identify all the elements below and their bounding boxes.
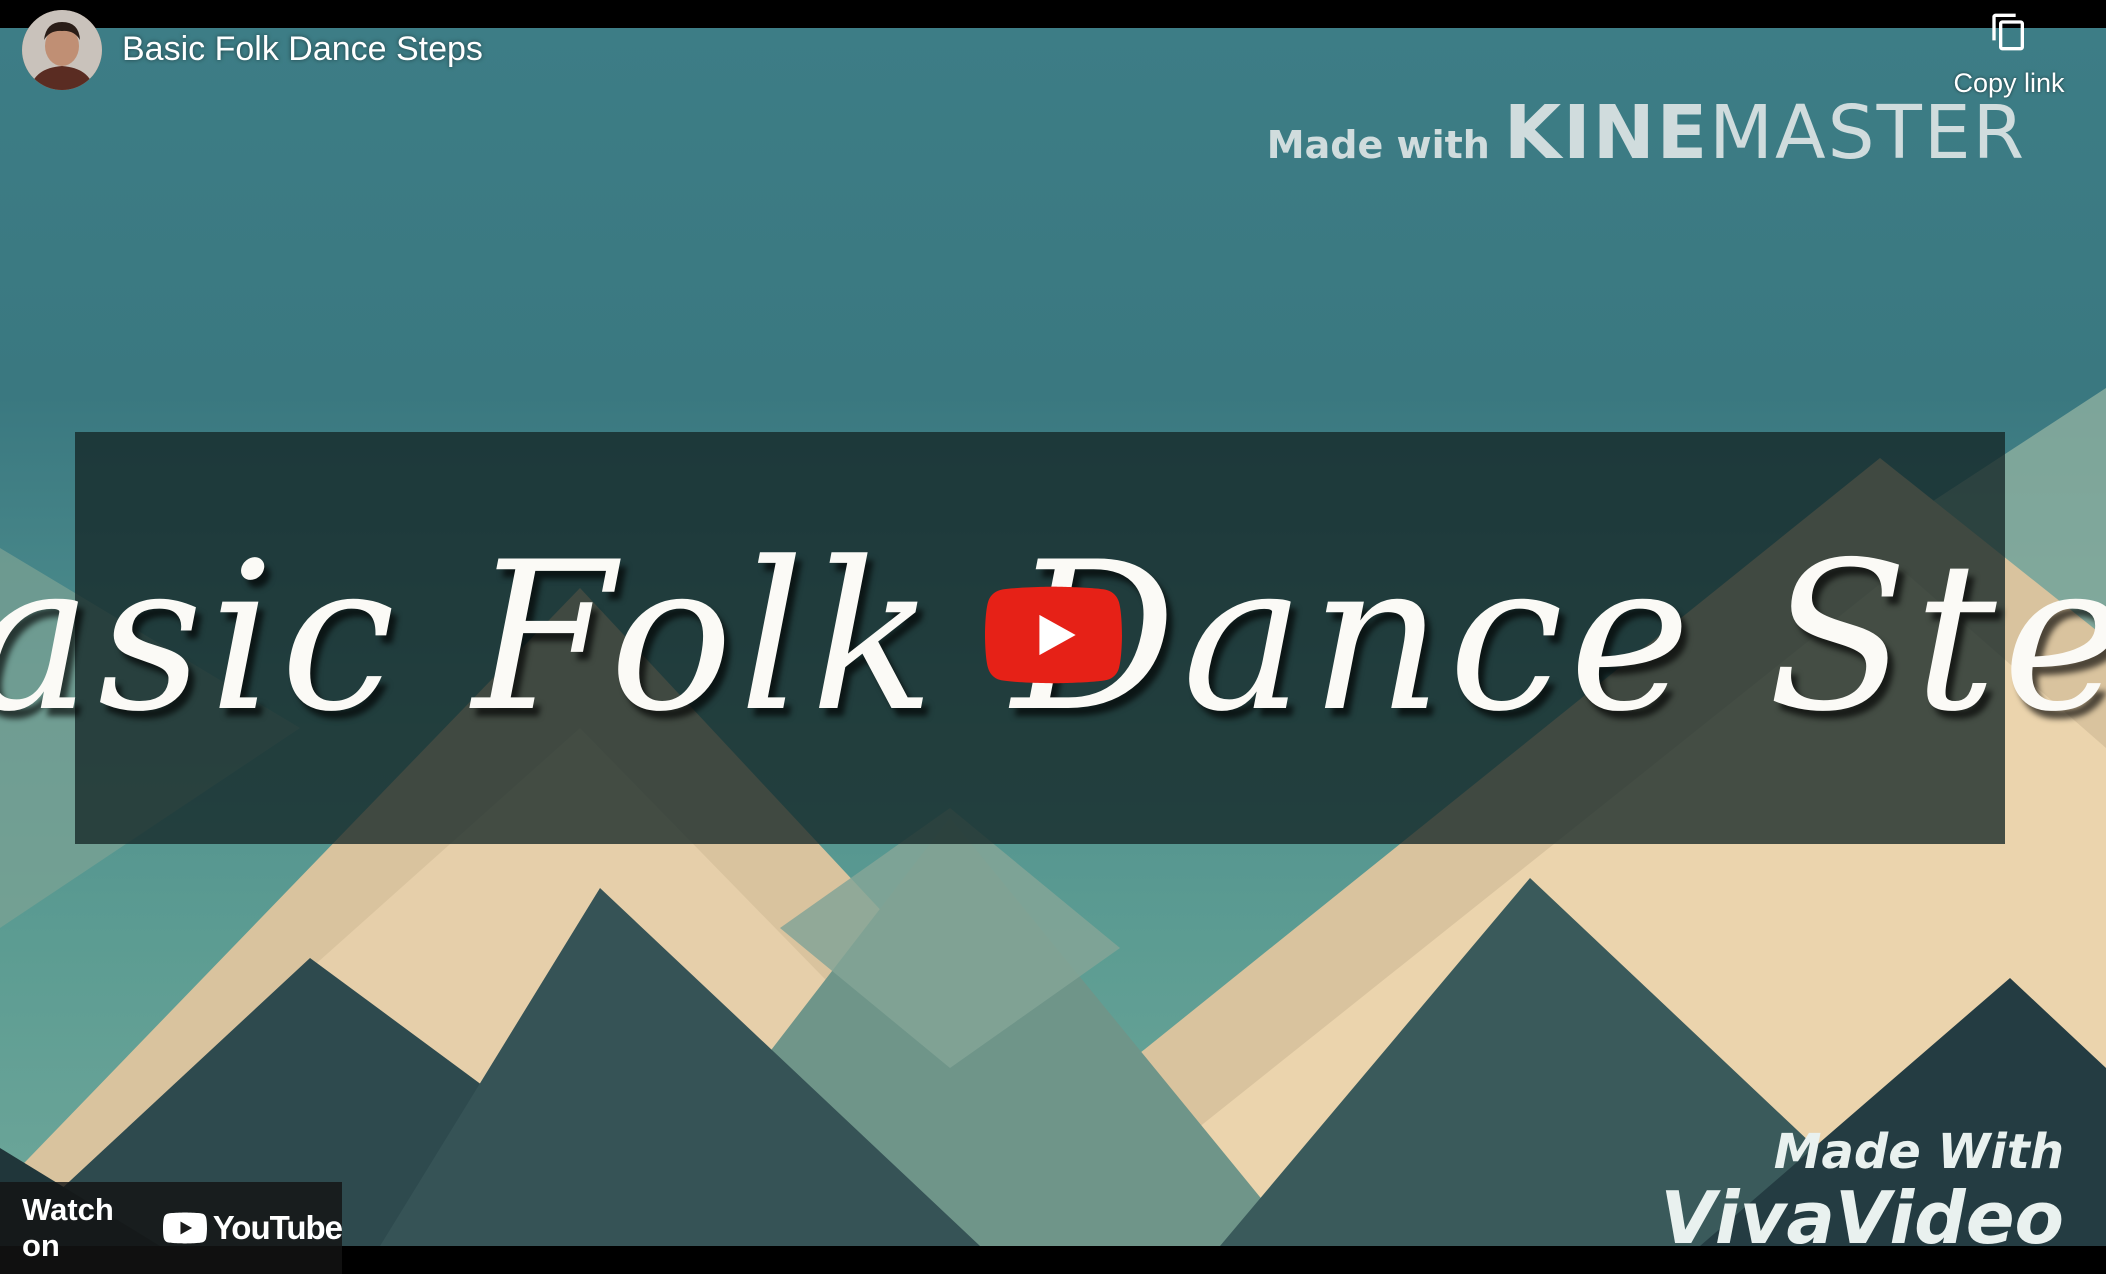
- copy-icon: [1992, 13, 2024, 51]
- channel-avatar[interactable]: [22, 10, 102, 90]
- youtube-icon: [162, 1212, 207, 1244]
- youtube-wordmark: YouTube: [212, 1209, 343, 1246]
- copy-link-label: Copy link: [1953, 68, 2065, 98]
- video-title-link[interactable]: Basic Folk Dance Steps: [122, 30, 483, 69]
- kinemaster-brand-bold: KINE: [1503, 90, 1710, 176]
- top-letterbox: [0, 0, 2106, 28]
- watch-on-label: Watch on: [22, 1192, 114, 1263]
- vivavideo-line1: Made With: [1773, 1124, 2064, 1180]
- avatar-image: [22, 10, 102, 90]
- watch-on-youtube-button[interactable]: Watch on YouTube: [0, 1182, 343, 1274]
- video-player[interactable]: Basic Folk Dance Step Made withKINEMASTE…: [0, 0, 2106, 1274]
- kinemaster-prefix: Made with: [1266, 123, 1490, 167]
- kinemaster-brand-light: MASTER: [1709, 90, 2026, 176]
- vivavideo-watermark: Made With VivaVideo: [1660, 1126, 2064, 1258]
- copy-link-button[interactable]: Copy link: [1946, 10, 2072, 99]
- youtube-logo: YouTube: [162, 1209, 343, 1247]
- play-button[interactable]: [985, 586, 1122, 684]
- kinemaster-watermark: Made with KINEMASTER: [1267, 90, 2026, 176]
